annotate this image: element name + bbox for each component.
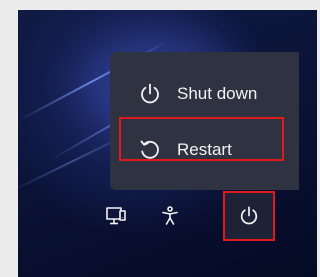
- accessibility-icon[interactable]: [159, 205, 181, 227]
- power-icon: [138, 82, 162, 106]
- network-icon[interactable]: [105, 205, 127, 227]
- power-icon: [238, 205, 260, 227]
- power-button[interactable]: [223, 191, 275, 241]
- restart-highlight-box: [119, 117, 284, 161]
- shut-down-menu-item[interactable]: Shut down: [110, 74, 299, 114]
- shut-down-label: Shut down: [177, 84, 258, 103]
